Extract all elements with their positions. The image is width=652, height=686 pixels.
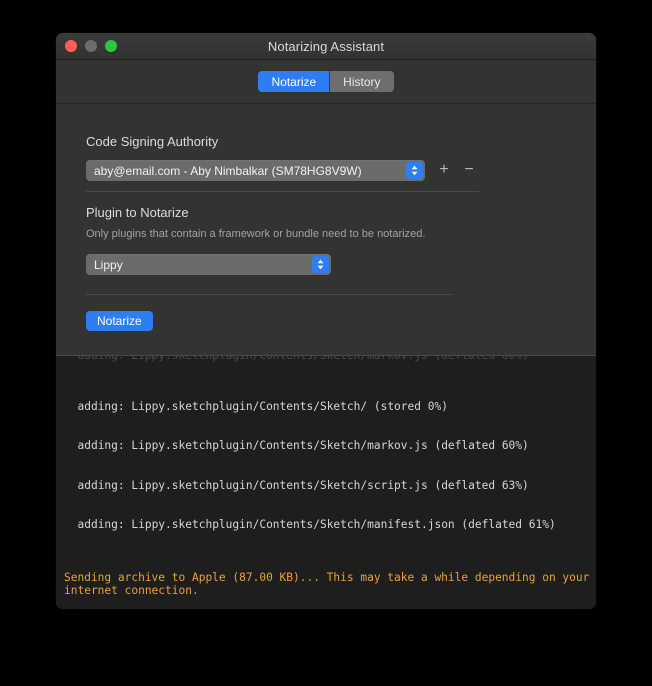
traffic-lights [65,33,117,59]
log-line: adding: Lippy.sketchplugin/Contents/Sket… [64,439,529,453]
minimize-window-icon[interactable] [85,40,97,52]
log-line-warning: Sending archive to Apple (87.00 KB)... T… [64,571,596,598]
window-title: Notarizing Assistant [267,38,385,54]
log-output-panel[interactable]: adding: Lippy.sketchplugin/Contents/Sket… [56,355,596,609]
tab-notarize[interactable]: Notarize [258,71,330,92]
plugin-hint-text: Only plugins that contain a framework or… [86,228,426,240]
segmented-control: Notarize History [258,71,394,92]
remove-authority-button[interactable]: − [461,162,477,178]
screenshot-root: Notarizing Assistant Notarize History Co… [0,0,652,686]
notarizing-assistant-window: Notarizing Assistant Notarize History Co… [56,33,596,609]
notarize-button[interactable]: Notarize [86,311,153,331]
log-line: adding: Lippy.sketchplugin/Contents/Sket… [64,518,556,532]
notarize-form: Code Signing Authority aby@email.com - A… [56,104,596,357]
tab-bar: Notarize History [56,60,596,104]
separator-two [86,294,453,295]
window-titlebar: Notarizing Assistant [56,33,596,60]
log-clipped-top-line: adding: Lippy.sketchplugin/Contents/Sket… [56,356,596,363]
plugin-select-value: Lippy [94,257,123,272]
separator-one [86,191,479,192]
chevron-updown-icon [406,162,423,179]
add-authority-button[interactable]: + [436,162,452,178]
plugin-select[interactable]: Lippy [86,254,331,275]
code-signing-authority-select[interactable]: aby@email.com - Aby Nimbalkar (SM78HG8V9… [86,160,425,181]
log-line: adding: Lippy.sketchplugin/Contents/Sket… [64,399,448,413]
log-line: adding: Lippy.sketchplugin/Contents/Sket… [64,478,529,492]
log-lines: adding: Lippy.sketchplugin/Contents/Sket… [56,356,596,609]
tab-history[interactable]: History [329,71,394,92]
zoom-window-icon[interactable] [105,40,117,52]
log-ghost-line: adding: Lippy.sketchplugin/Contents/Sket… [64,355,529,362]
close-window-icon[interactable] [65,40,77,52]
chevron-updown-icon-plugin [312,256,329,273]
code-signing-authority-value: aby@email.com - Aby Nimbalkar (SM78HG8V9… [94,163,362,178]
plugin-to-notarize-label: Plugin to Notarize [86,205,189,220]
code-signing-authority-label: Code Signing Authority [86,134,219,149]
